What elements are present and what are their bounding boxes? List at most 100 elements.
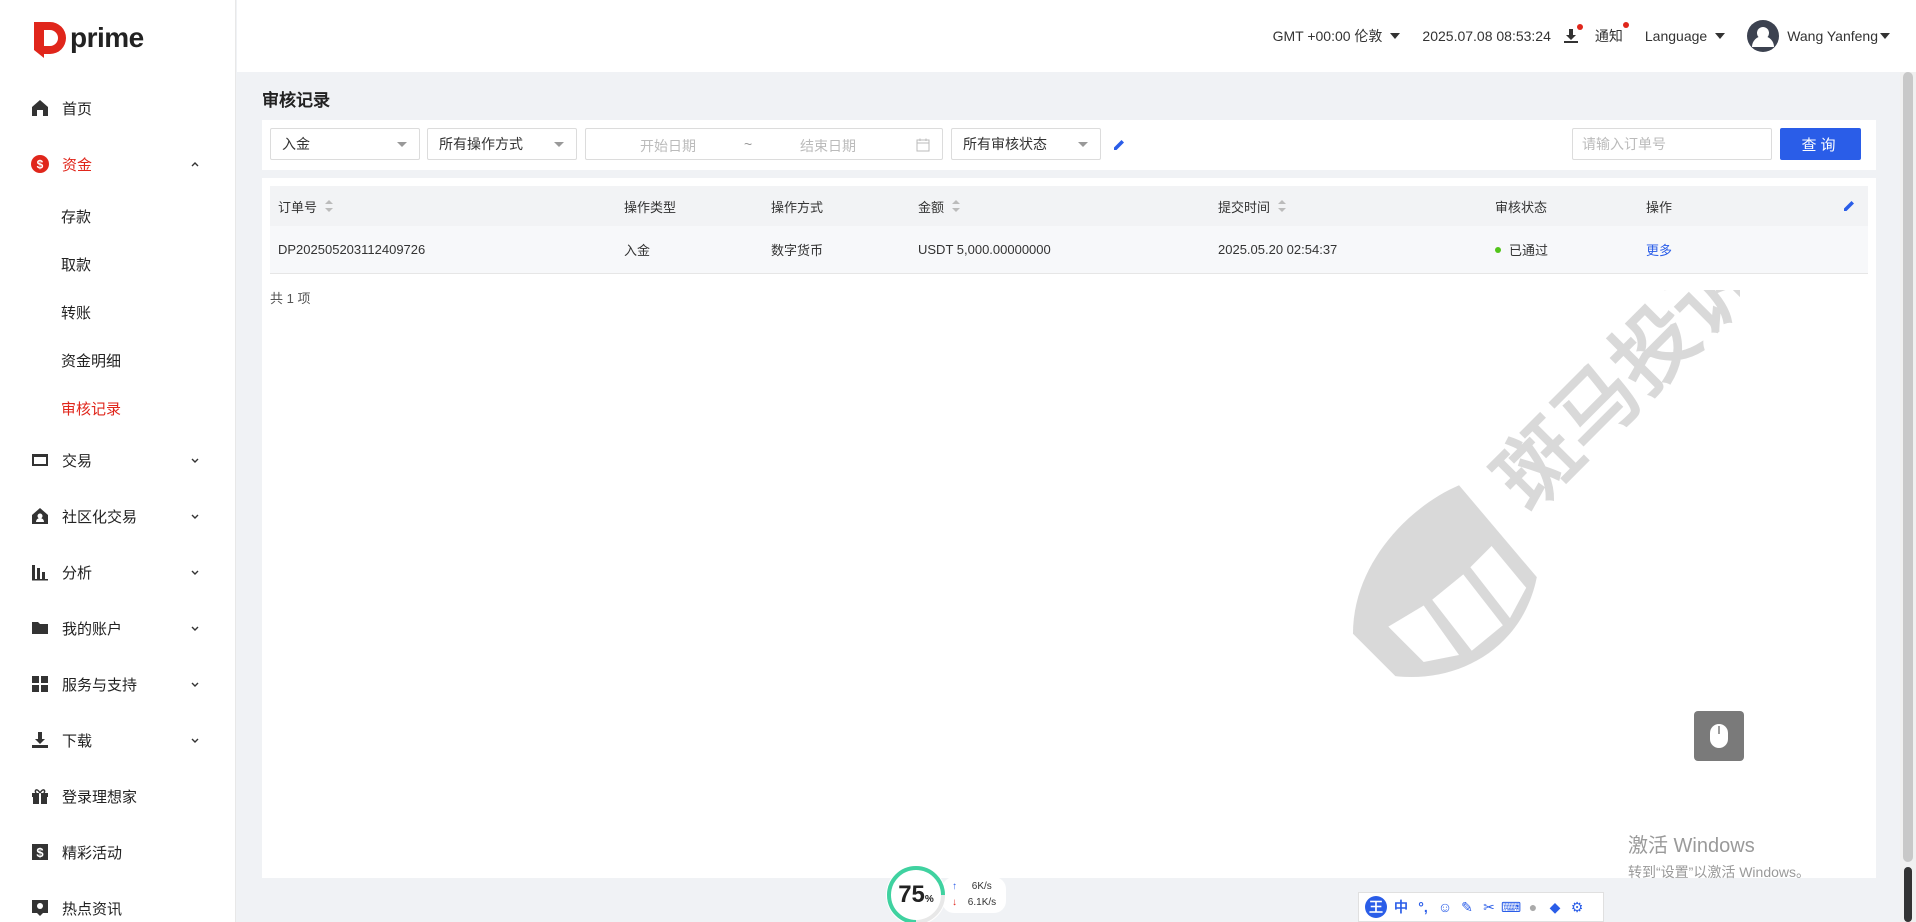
caret-down-icon xyxy=(1880,33,1890,39)
datetime-text: 2025.07.08 08:53:24 xyxy=(1422,28,1551,44)
sidebar-item-download[interactable]: 下载 xyxy=(0,712,236,768)
windows-activation-notice: 激活 Windows 转到“设置”以激活 Windows。 xyxy=(1628,829,1810,882)
gauge-unit: % xyxy=(924,893,934,905)
location-icon xyxy=(30,898,50,918)
sidebar-subitem-withdraw[interactable]: 取款 xyxy=(0,240,236,288)
sidebar-subitem-fund-details[interactable]: 资金明细 xyxy=(0,336,236,384)
notify-label: 通知 xyxy=(1594,28,1623,44)
start-date-input[interactable]: 开始日期 xyxy=(640,136,696,156)
emoji-icon[interactable]: ☺ xyxy=(1437,899,1453,915)
column-label: 订单号 xyxy=(278,199,318,215)
network-speed-widget[interactable]: 75% ↑ 6K/s ↓ 6.1K/s xyxy=(886,865,1007,922)
bar-chart-icon xyxy=(30,562,50,582)
records-table: 订单号 操作类型 操作方式 金额 提交时间 审核状态 操作 DP20250520… xyxy=(262,178,1876,878)
sidebar-subitem-audit-records[interactable]: 审核记录 xyxy=(0,384,236,432)
user-menu[interactable]: Wang Yanfeng xyxy=(1747,20,1890,52)
gauge-value: 75 xyxy=(898,881,925,908)
sidebar-item-hot-news[interactable]: 热点资讯 xyxy=(0,880,236,922)
table-row: DP202505203112409726 入金 数字货币 USDT 5,000.… xyxy=(270,226,1868,274)
ime-mode-toggle[interactable]: 中 xyxy=(1393,899,1409,915)
edit-columns-icon[interactable] xyxy=(1842,199,1856,213)
type-select[interactable]: 入金 xyxy=(270,128,420,160)
sidebar-item-label: 服务与支持 xyxy=(62,676,138,694)
punctuation-icon[interactable]: °, xyxy=(1415,899,1431,915)
cpu-gauge: 75% xyxy=(886,865,946,922)
download-unit: K/s xyxy=(981,897,997,908)
sidebar-item-trade[interactable]: 交易 xyxy=(0,432,236,488)
chevron-down-icon xyxy=(191,458,199,463)
col-operation-method: 操作方式 xyxy=(771,199,824,215)
sidebar-item-funds[interactable]: $ 资金 xyxy=(0,136,236,192)
upload-unit: K/s xyxy=(977,881,992,892)
sidebar-subitem-transfer[interactable]: 转账 xyxy=(0,288,236,336)
floating-support-button[interactable] xyxy=(1694,711,1744,761)
more-link[interactable]: 更多 xyxy=(1646,240,1672,259)
notify-button[interactable]: 通知 xyxy=(1594,22,1629,46)
download-icon xyxy=(30,730,50,750)
timezone-select[interactable]: GMT +00:00 伦敦 xyxy=(1273,26,1401,46)
method-select-value: 所有操作方式 xyxy=(439,136,523,152)
grid-icon xyxy=(30,674,50,694)
sidebar-item-home[interactable]: 首页 xyxy=(0,80,236,136)
cell-submit-time: 2025.05.20 02:54:37 xyxy=(1218,242,1338,257)
sort-icon[interactable] xyxy=(325,200,334,212)
sidebar-item-analysis[interactable]: 分析 xyxy=(0,544,236,600)
query-button[interactable]: 查询 xyxy=(1780,128,1861,160)
logo-mark-icon xyxy=(30,18,66,58)
status-select[interactable]: 所有审核状态 xyxy=(951,128,1101,160)
end-date-input[interactable]: 结束日期 xyxy=(800,136,856,156)
col-operation-type: 操作类型 xyxy=(624,199,677,215)
top-header: GMT +00:00 伦敦 2025.07.08 08:53:24 通知 Lan… xyxy=(237,0,1916,72)
sidebar-item-label: 精彩活动 xyxy=(62,844,123,862)
speed-readout: ↑ 6K/s ↓ 6.1K/s xyxy=(942,877,1007,913)
dollar-icon: $ xyxy=(30,154,50,174)
col-order-number[interactable]: 订单号 xyxy=(278,186,334,226)
sidebar-item-label: 我的账户 xyxy=(62,620,123,638)
keyboard-icon[interactable]: ⌨ xyxy=(1501,899,1521,915)
chevron-down-icon xyxy=(191,626,199,631)
cell-order-number: DP202505203112409726 xyxy=(278,242,426,257)
sidebar-item-events[interactable]: $ 精彩活动 xyxy=(0,824,236,880)
settings-icon[interactable]: ⚙ xyxy=(1569,899,1585,915)
col-audit-status: 审核状态 xyxy=(1495,199,1548,215)
edit-icon[interactable] xyxy=(1112,138,1126,152)
col-amount[interactable]: 金额 xyxy=(918,186,961,226)
download-button[interactable] xyxy=(1563,24,1583,44)
sidebar-item-my-account[interactable]: 我的账户 xyxy=(0,600,236,656)
sidebar-item-label: 分析 xyxy=(62,564,93,582)
caret-down-icon xyxy=(1390,33,1401,39)
scrollbar-track[interactable] xyxy=(1903,72,1913,862)
sidebar-item-service-support[interactable]: 服务与支持 xyxy=(0,656,236,712)
handwrite-icon[interactable]: ✎ xyxy=(1459,899,1475,915)
language-select[interactable]: Language xyxy=(1645,28,1726,44)
activation-title: 激活 Windows xyxy=(1628,835,1755,857)
sort-icon[interactable] xyxy=(1278,200,1287,212)
col-submit-time[interactable]: 提交时间 xyxy=(1218,186,1287,226)
brand-logo[interactable]: prime xyxy=(30,18,144,58)
page-scrollbar[interactable] xyxy=(1900,72,1916,922)
download-icon xyxy=(1563,29,1578,43)
calendar-icon xyxy=(916,138,930,152)
avatar xyxy=(1747,20,1780,52)
chevron-down-icon xyxy=(191,514,199,519)
scissors-icon[interactable]: ✂ xyxy=(1481,899,1497,915)
community-icon xyxy=(30,506,50,526)
order-number-input[interactable] xyxy=(1572,128,1772,160)
sort-icon[interactable] xyxy=(952,200,961,212)
timezone-label: GMT +00:00 伦敦 xyxy=(1272,28,1383,44)
user-icon[interactable]: ● xyxy=(1525,899,1541,915)
col-action: 操作 xyxy=(1646,199,1673,215)
sidebar-item-label: 热点资讯 xyxy=(62,900,123,918)
method-select[interactable]: 所有操作方式 xyxy=(427,128,577,160)
sidebar-item-login-ideal-home[interactable]: 登录理想家 xyxy=(0,768,236,824)
notification-dot xyxy=(1622,22,1629,28)
page-title: 审核记录 xyxy=(262,91,330,110)
sidebar-subitem-deposit[interactable]: 存款 xyxy=(0,192,236,240)
scrollbar-thumb[interactable] xyxy=(1904,867,1912,922)
ime-logo-icon[interactable]: 王 xyxy=(1365,896,1387,918)
type-select-value: 入金 xyxy=(282,136,310,152)
column-label: 提交时间 xyxy=(1218,199,1271,215)
sidebar-item-community-trading[interactable]: 社区化交易 xyxy=(0,488,236,544)
skin-icon[interactable]: ◆ xyxy=(1547,899,1563,915)
date-range-picker[interactable]: 开始日期 ~ 结束日期 xyxy=(585,128,943,160)
